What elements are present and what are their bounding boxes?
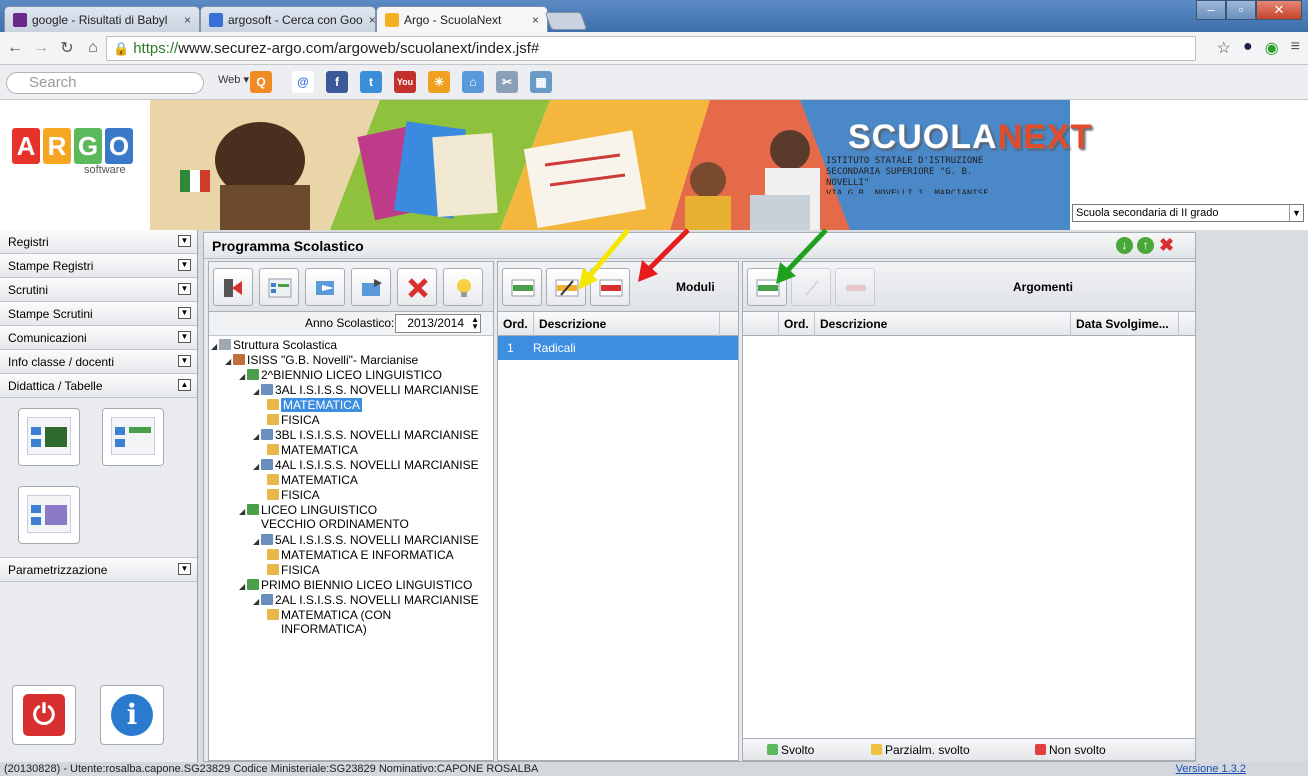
version-link[interactable]: Versione 1.3.2: [1176, 762, 1246, 776]
yellow-arrow-icon: [578, 228, 630, 290]
red-arrow-icon: [638, 228, 690, 282]
status-bar: (20130828) - Utente:rosalba.capone.SG238…: [0, 762, 1308, 776]
green-arrow-icon: [776, 228, 828, 284]
status-text: (20130828) - Utente:rosalba.capone.SG238…: [4, 763, 539, 775]
annotation-arrows: [578, 228, 828, 290]
